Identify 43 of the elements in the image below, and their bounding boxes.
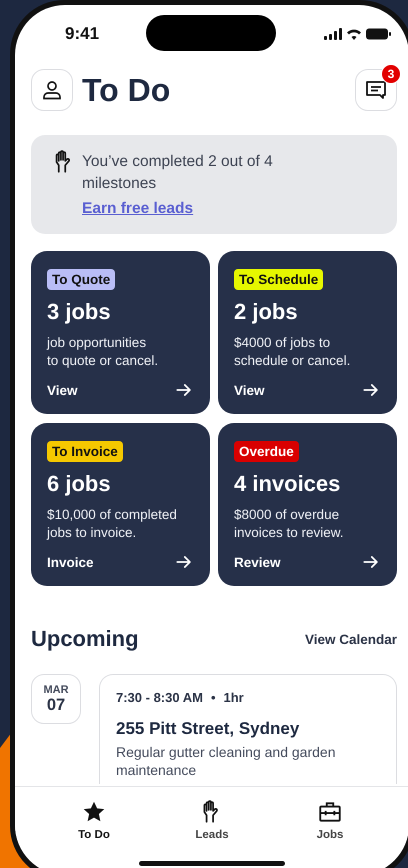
section-title: Upcoming [31, 626, 139, 652]
earn-leads-link[interactable]: Earn free leads [82, 200, 194, 218]
chat-icon [364, 78, 388, 102]
notification-badge: 3 [381, 64, 401, 84]
job-count: 4 invoices [234, 471, 342, 497]
card-description: $10,000 of completed jobs to invoice. [47, 506, 178, 542]
page-title: To Do [82, 72, 172, 108]
tab-bar-item[interactable]: Jobs [295, 799, 365, 868]
event-duration: 1hr [224, 690, 244, 705]
card-description: $8000 of overdue invoices to review. [234, 506, 345, 542]
card-action-link[interactable]: Invoice [47, 554, 94, 570]
wifi-icon [346, 28, 362, 40]
tab-bar-item[interactable]: Leads [177, 799, 247, 868]
task-card[interactable]: To Schedule 2 jobs $4000 of jobs to schedule or cancel. View [218, 251, 397, 414]
person-icon [40, 78, 64, 102]
event-address: 255 Pitt Street, Sydney [116, 719, 300, 739]
profile-button[interactable] [31, 69, 73, 111]
event-description: Regular gutter cleaning and garden maintenance [116, 743, 336, 779]
signal-icon [324, 28, 342, 40]
task-card[interactable]: To Quote 3 jobs job opportunities to quote or cancel. View [31, 251, 210, 414]
card-description: job opportunities to quote or cancel. [47, 334, 160, 370]
status-time: 9:41 [65, 24, 100, 44]
job-count: 3 jobs [47, 299, 112, 325]
milestone-text: You’ve completed 2 out of 4 milestones [82, 152, 274, 194]
event-card[interactable]: 7:30 - 8:30 AM • 1hr 255 Pitt Street, Sydney Regular gutter cleaning and garden maintenance [99, 674, 397, 784]
date-badge: MAR 07 [31, 674, 81, 724]
job-count: 2 jobs [234, 299, 299, 325]
status-tag: To Quote [47, 269, 116, 290]
card-action-link[interactable]: Review [234, 554, 281, 570]
card-action-link[interactable]: View [47, 382, 78, 398]
task-card[interactable]: To Invoice 6 jobs $10,000 of completed jobs to invoice. Invoice [31, 423, 210, 586]
separator-dot: • [210, 690, 216, 705]
task-card[interactable]: Overdue 4 invoices $8000 of overdue invoices to review. Review [218, 423, 397, 586]
event-time: 7:30 - 8:30 AM [116, 690, 203, 705]
job-count: 6 jobs [47, 471, 112, 497]
status-tag: Overdue [234, 441, 299, 462]
tab-bar-item[interactable]: To Do [59, 799, 129, 868]
view-calendar-link[interactable]: View Calendar [304, 632, 397, 646]
status-tag: To Invoice [47, 441, 123, 462]
status-tag: To Schedule [234, 269, 324, 290]
card-action-link[interactable]: View [234, 382, 265, 398]
card-description: $4000 of jobs to schedule or cancel. [234, 334, 352, 370]
battery-icon [366, 28, 391, 40]
